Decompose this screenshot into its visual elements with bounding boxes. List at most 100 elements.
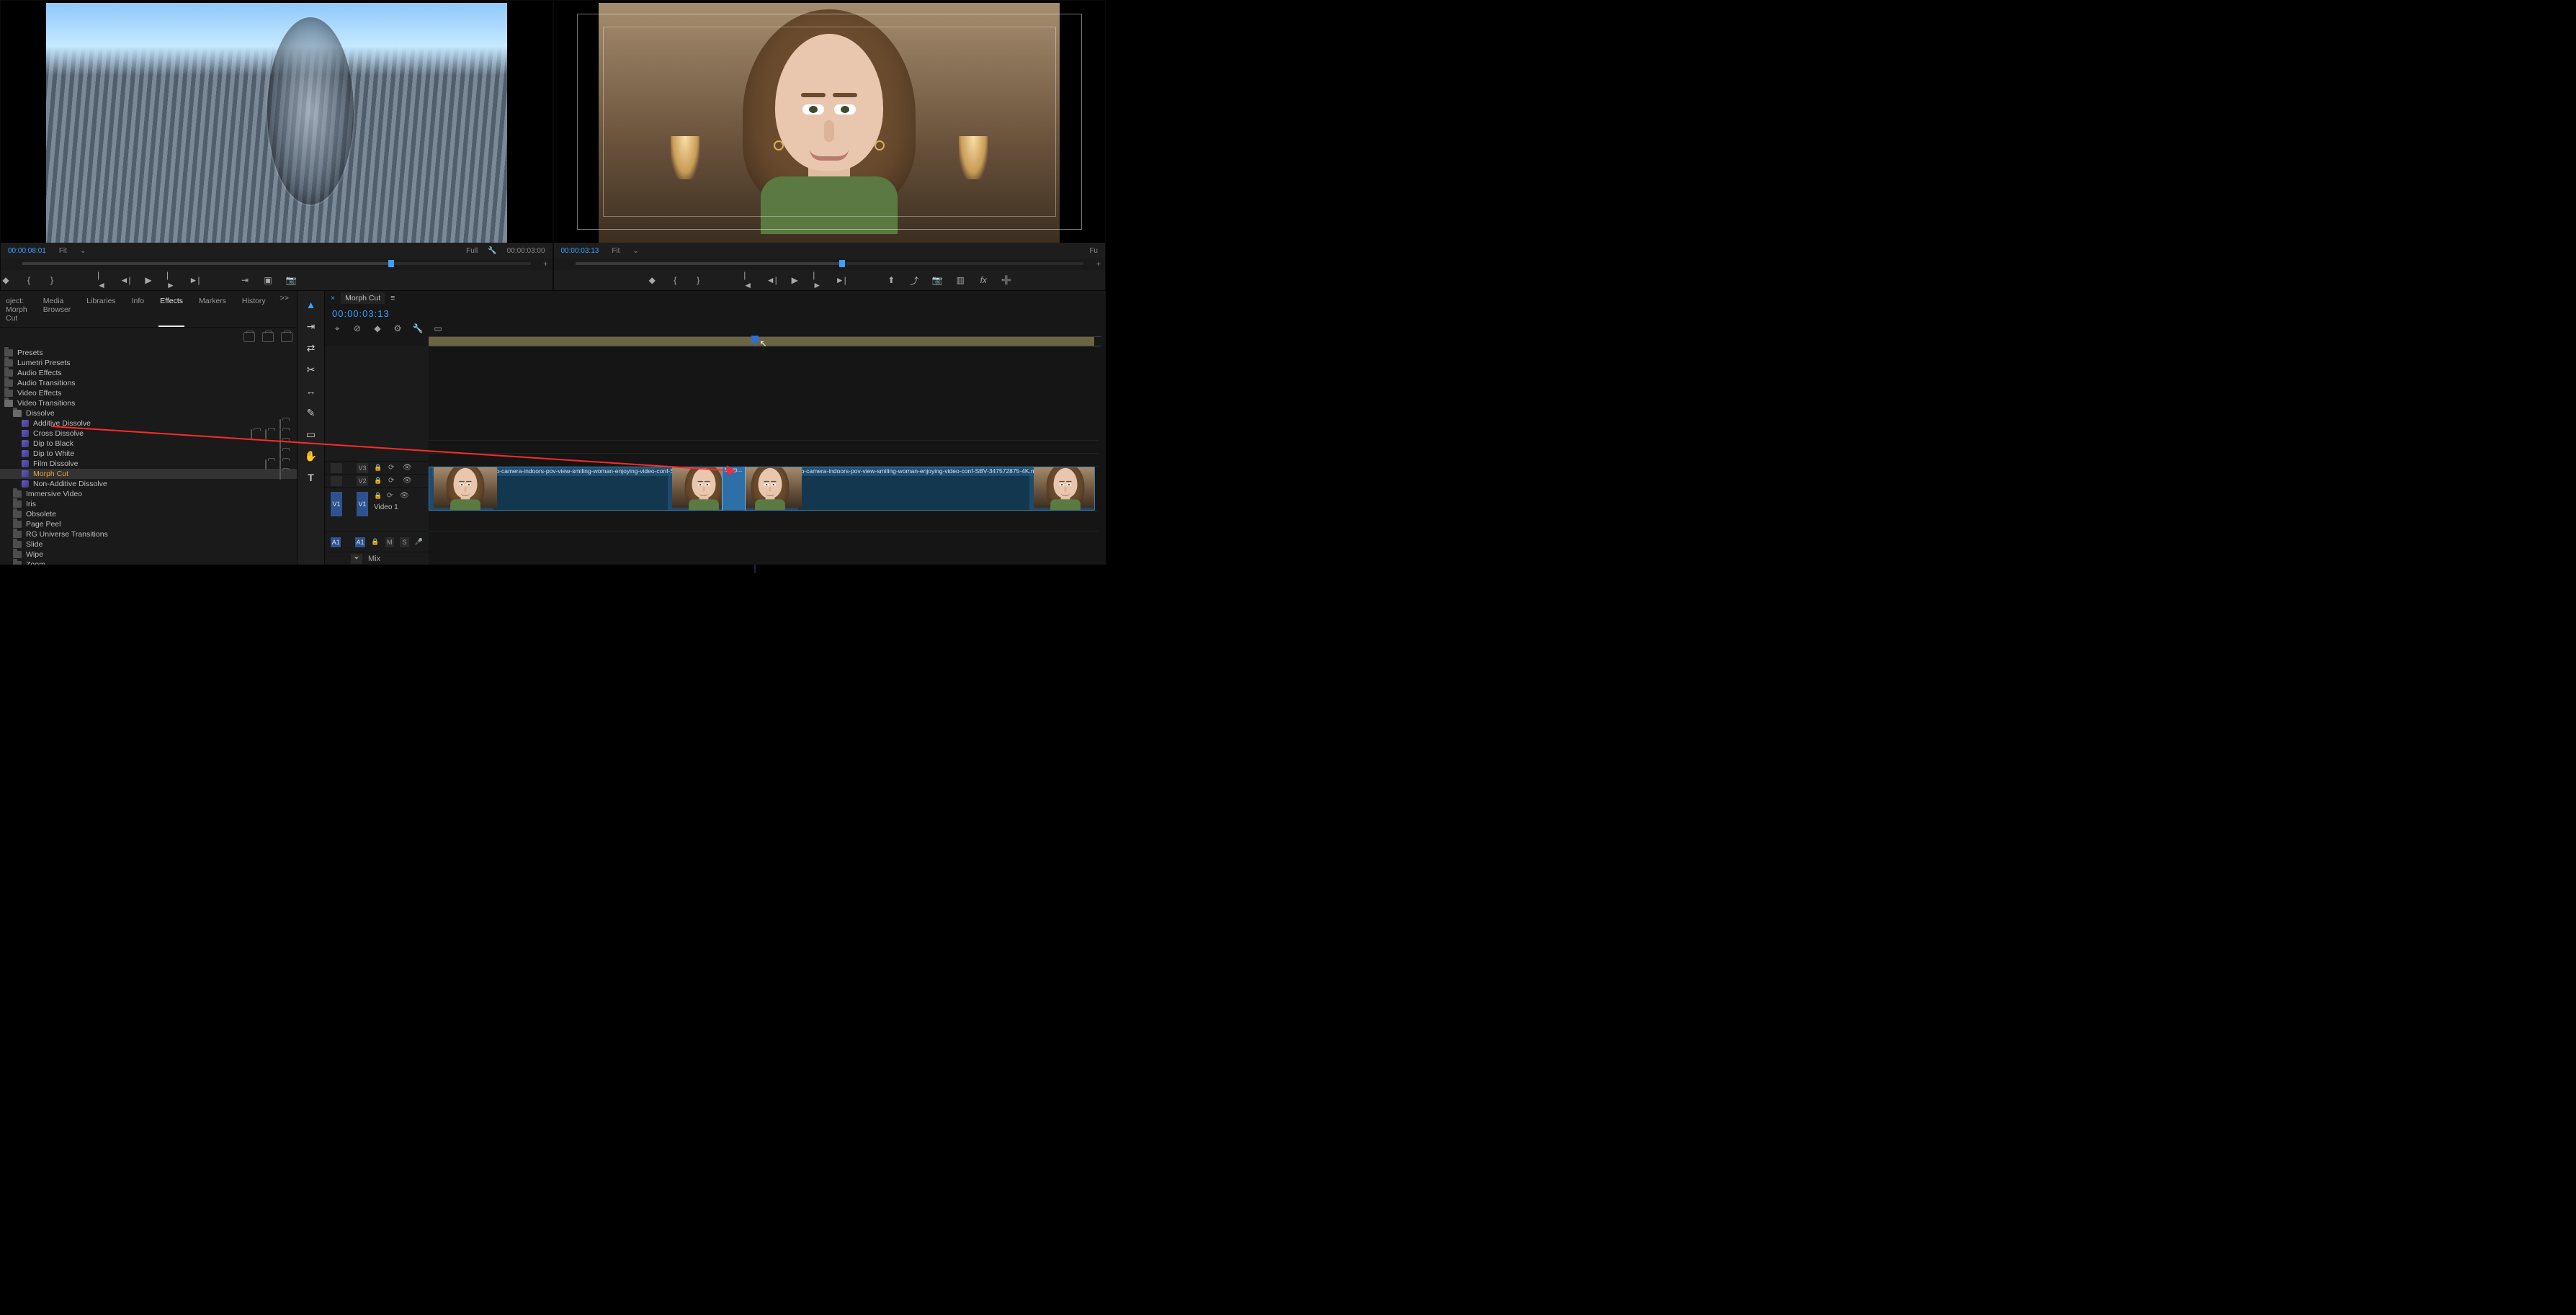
timeline-settings-icon[interactable]: ⚙ bbox=[393, 323, 403, 333]
program-scrub-bar[interactable] bbox=[576, 259, 1084, 269]
v3-lane[interactable] bbox=[429, 440, 1099, 453]
sequence-tab[interactable]: Morph Cut bbox=[341, 292, 385, 304]
tab-project[interactable]: oject: Morph Cut bbox=[4, 294, 29, 327]
mix-lane[interactable] bbox=[429, 531, 1099, 544]
32bit-filter-icon[interactable] bbox=[262, 332, 274, 342]
sync-lock-icon[interactable]: ⟳ bbox=[387, 492, 395, 501]
rectangle-tool-icon[interactable]: ▭ bbox=[305, 428, 318, 441]
track-header-v3[interactable]: V3 ⟳ bbox=[325, 461, 429, 474]
tab-media-browser[interactable]: Media Browser bbox=[42, 294, 73, 327]
lift-icon[interactable]: ⬆ bbox=[886, 275, 896, 285]
source-zoom-chevron-icon[interactable]: ⌄ bbox=[80, 247, 86, 255]
effects-item[interactable]: Morph Cut bbox=[0, 469, 297, 479]
v3-target[interactable]: V3 bbox=[357, 463, 368, 473]
selection-tool-icon[interactable]: ▲ bbox=[305, 298, 318, 311]
step-forward-icon[interactable]: |► bbox=[166, 275, 176, 285]
effects-folder[interactable]: Audio Effects bbox=[0, 368, 297, 378]
effects-folder[interactable]: Slide bbox=[0, 539, 297, 549]
tab-info[interactable]: Info bbox=[130, 294, 146, 327]
source-playhead[interactable] bbox=[388, 260, 394, 267]
effects-folder[interactable]: Dissolve bbox=[0, 408, 297, 418]
step-back-icon[interactable]: ◄| bbox=[120, 275, 130, 285]
snap-icon[interactable]: ⌖ bbox=[332, 323, 342, 333]
extract-icon[interactable]: ⤴ bbox=[909, 275, 919, 285]
wrench-icon[interactable]: 🔧 bbox=[413, 323, 423, 333]
program-viewport[interactable] bbox=[554, 1, 1106, 243]
accelerated-filter-icon[interactable] bbox=[243, 332, 255, 342]
slip-tool-icon[interactable]: ↔ bbox=[305, 385, 318, 398]
effects-folder[interactable]: Page Peel bbox=[0, 519, 297, 529]
program-timecode[interactable]: 00:00:03:13 bbox=[561, 247, 599, 255]
track-header-v1[interactable]: V1 V1 ⟳ Video 1 bbox=[325, 487, 429, 531]
effects-folder[interactable]: Video Transitions bbox=[0, 398, 297, 408]
clip-v1-a[interactable]: carefree-girl-talking-web-camera-indoors… bbox=[429, 467, 733, 511]
program-resolution-dropdown[interactable]: Fu bbox=[1089, 247, 1098, 255]
linked-selection-icon[interactable]: ⊘ bbox=[352, 323, 362, 333]
step-back-icon[interactable]: ◄| bbox=[766, 275, 777, 285]
mark-out-icon[interactable]: } bbox=[693, 275, 703, 285]
mark-in-icon[interactable]: { bbox=[24, 275, 34, 285]
program-zoom-chevron-icon[interactable]: ⌄ bbox=[632, 247, 638, 255]
wrench-icon[interactable]: 🔧 bbox=[488, 247, 496, 255]
track-header-a1[interactable]: A1 A1 M S bbox=[325, 531, 429, 552]
effects-item[interactable]: Dip to White bbox=[0, 449, 297, 459]
compare-icon[interactable]: ▥ bbox=[955, 275, 965, 285]
a1-lane[interactable] bbox=[429, 511, 1099, 531]
go-to-out-icon[interactable]: ►| bbox=[836, 275, 846, 285]
go-to-in-icon[interactable]: |◄ bbox=[743, 275, 753, 285]
v1-target[interactable]: V1 bbox=[357, 492, 368, 516]
v1-lane[interactable]: carefree-girl-talking-web-camera-indoors… bbox=[429, 466, 1099, 511]
timeline-playhead-tc[interactable]: 00:00:03:13 bbox=[325, 305, 1106, 320]
a1-source-patch[interactable]: A1 bbox=[331, 537, 341, 547]
track-header-mix[interactable]: ⏷ Mix bbox=[325, 552, 429, 565]
play-icon[interactable]: ▶ bbox=[143, 275, 153, 285]
eye-icon[interactable] bbox=[403, 464, 411, 472]
add-marker-icon[interactable]: ◆ bbox=[372, 323, 383, 333]
tabs-overflow-icon[interactable]: >> bbox=[280, 294, 293, 327]
effects-folder[interactable]: Audio Transitions bbox=[0, 378, 297, 388]
lock-icon[interactable] bbox=[374, 477, 383, 485]
add-marker-icon[interactable]: ◆ bbox=[647, 275, 657, 285]
v3-source-patch[interactable] bbox=[331, 463, 342, 473]
source-zoom-plus[interactable]: + bbox=[543, 260, 547, 269]
tab-effects[interactable]: Effects bbox=[158, 294, 184, 327]
mic-icon[interactable] bbox=[415, 538, 423, 547]
settings-icon[interactable]: ➕ bbox=[1001, 275, 1011, 285]
track-select-tool-icon[interactable]: ⇥ bbox=[305, 320, 318, 333]
time-ruler[interactable]: ↖ bbox=[429, 336, 1101, 346]
go-to-out-icon[interactable]: ►| bbox=[189, 275, 200, 285]
insert-icon[interactable]: ⇥ bbox=[240, 275, 250, 285]
overwrite-icon[interactable]: ▣ bbox=[263, 275, 273, 285]
razor-tool-icon[interactable]: ✂ bbox=[305, 363, 318, 376]
effects-folder[interactable]: Immersive Video bbox=[0, 489, 297, 499]
effects-item[interactable]: Cross Dissolve bbox=[0, 428, 297, 439]
mark-in-icon[interactable]: { bbox=[670, 275, 680, 285]
hand-tool-icon[interactable]: ✋ bbox=[305, 449, 318, 462]
a1-solo[interactable]: S bbox=[400, 537, 409, 547]
effects-folder[interactable]: Wipe bbox=[0, 549, 297, 560]
track-header-v2[interactable]: V2 ⟳ bbox=[325, 474, 429, 487]
caption-track-icon[interactable]: ▭ bbox=[433, 323, 443, 333]
effects-folder[interactable]: Presets bbox=[0, 348, 297, 358]
program-playhead[interactable] bbox=[839, 260, 845, 267]
yuv-filter-icon[interactable] bbox=[281, 332, 292, 342]
effects-folder[interactable]: Lumetri Presets bbox=[0, 358, 297, 368]
v1-source-patch[interactable]: V1 bbox=[331, 492, 342, 516]
sync-lock-icon[interactable]: ⟳ bbox=[388, 477, 397, 485]
pen-tool-icon[interactable]: ✎ bbox=[305, 406, 318, 419]
effects-item[interactable]: Additive Dissolve bbox=[0, 418, 297, 428]
a1-target[interactable]: A1 bbox=[355, 537, 365, 547]
track-area[interactable]: carefree-girl-talking-web-camera-indoors… bbox=[429, 346, 1106, 565]
v2-source-patch[interactable] bbox=[331, 476, 342, 486]
eye-icon[interactable] bbox=[400, 492, 408, 501]
fx-button-icon[interactable]: fx bbox=[978, 275, 988, 285]
lock-icon[interactable] bbox=[374, 464, 383, 472]
source-viewport[interactable] bbox=[1, 1, 553, 243]
sync-lock-icon[interactable]: ⟳ bbox=[388, 464, 397, 472]
mark-out-icon[interactable]: } bbox=[47, 275, 57, 285]
effects-item[interactable]: Non-Additive Dissolve bbox=[0, 479, 297, 489]
effects-tree[interactable]: PresetsLumetri PresetsAudio EffectsAudio… bbox=[0, 346, 297, 565]
program-zoom-plus[interactable]: + bbox=[1096, 260, 1101, 269]
effects-folder[interactable]: Iris bbox=[0, 499, 297, 509]
export-frame-icon[interactable]: 📷 bbox=[286, 275, 296, 285]
